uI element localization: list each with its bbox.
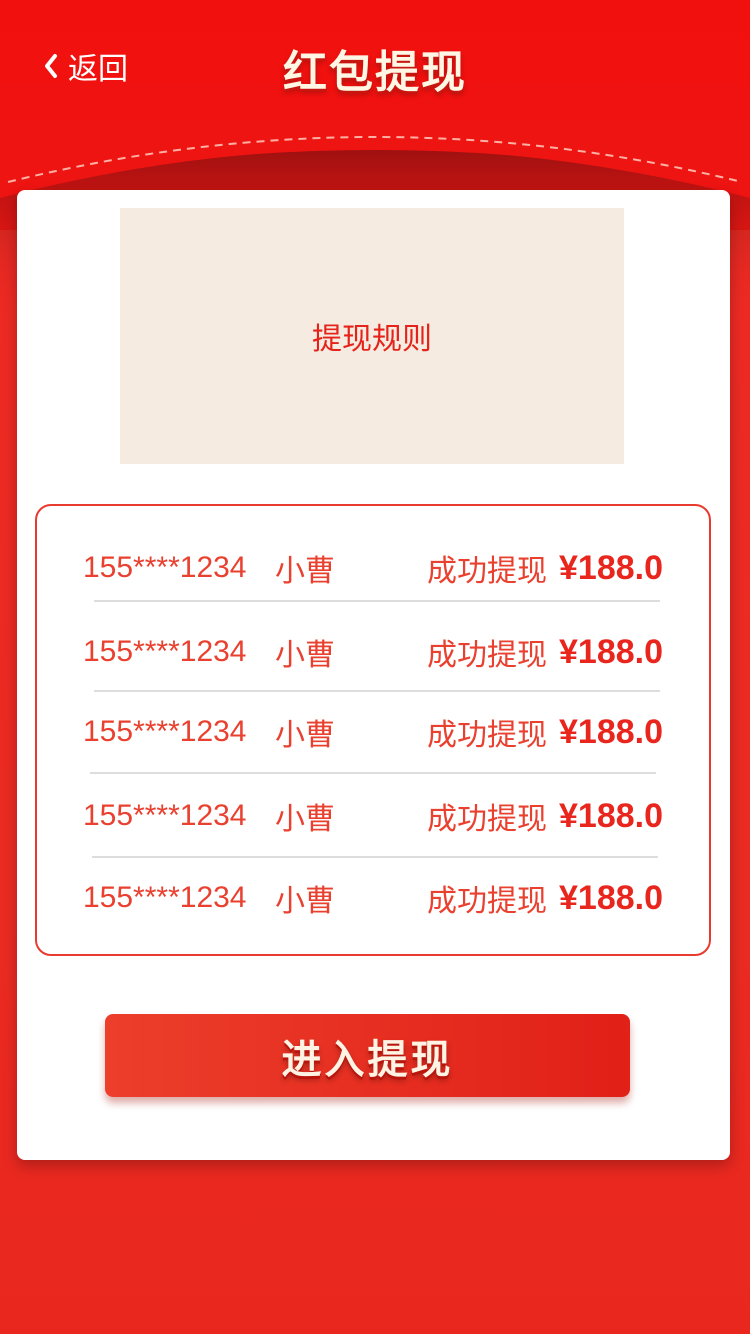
record-phone: 155****1234 [83, 799, 247, 832]
record-amount: ¥188.0 [559, 878, 663, 917]
record-phone: 155****1234 [83, 551, 247, 584]
record-name: 小曹 [275, 639, 335, 672]
list-item: 155****1234 小曹 成功提现 ¥188.0 [83, 528, 663, 608]
record-status: 成功提现 [427, 885, 547, 918]
enter-withdraw-button[interactable]: 进入提现 [105, 1014, 630, 1097]
record-status: 成功提现 [427, 719, 547, 752]
page-title: 红包提现 [283, 48, 467, 97]
enter-withdraw-label: 进入提现 [281, 1037, 454, 1082]
record-phone: 155****1234 [83, 715, 247, 748]
record-status: 成功提现 [427, 639, 547, 672]
list-item: 155****1234 小曹 成功提现 ¥188.0 [83, 612, 663, 692]
record-status: 成功提现 [427, 555, 547, 588]
record-name: 小曹 [275, 719, 335, 752]
record-name: 小曹 [275, 555, 335, 588]
record-amount: ¥188.0 [559, 712, 663, 751]
row-divider [94, 600, 660, 602]
withdraw-card: 提现规则 155****1234 小曹 成功提现 ¥188.0 155****1… [17, 190, 730, 1160]
list-item: 155****1234 小曹 成功提现 ¥188.0 [83, 692, 663, 772]
list-item: 155****1234 小曹 成功提现 ¥188.0 [83, 858, 663, 938]
list-item: 155****1234 小曹 成功提现 ¥188.0 [83, 776, 663, 856]
withdraw-records-list: 155****1234 小曹 成功提现 ¥188.0 155****1234 小… [35, 504, 711, 956]
rules-label: 提现规则 [312, 323, 432, 356]
withdraw-rules-panel[interactable]: 提现规则 [120, 208, 624, 464]
record-name: 小曹 [275, 803, 335, 836]
record-status: 成功提现 [427, 803, 547, 836]
record-phone: 155****1234 [83, 635, 247, 668]
record-amount: ¥188.0 [559, 632, 663, 671]
record-name: 小曹 [275, 885, 335, 918]
record-amount: ¥188.0 [559, 548, 663, 587]
record-amount: ¥188.0 [559, 796, 663, 835]
row-divider [90, 772, 656, 774]
record-phone: 155****1234 [83, 881, 247, 914]
